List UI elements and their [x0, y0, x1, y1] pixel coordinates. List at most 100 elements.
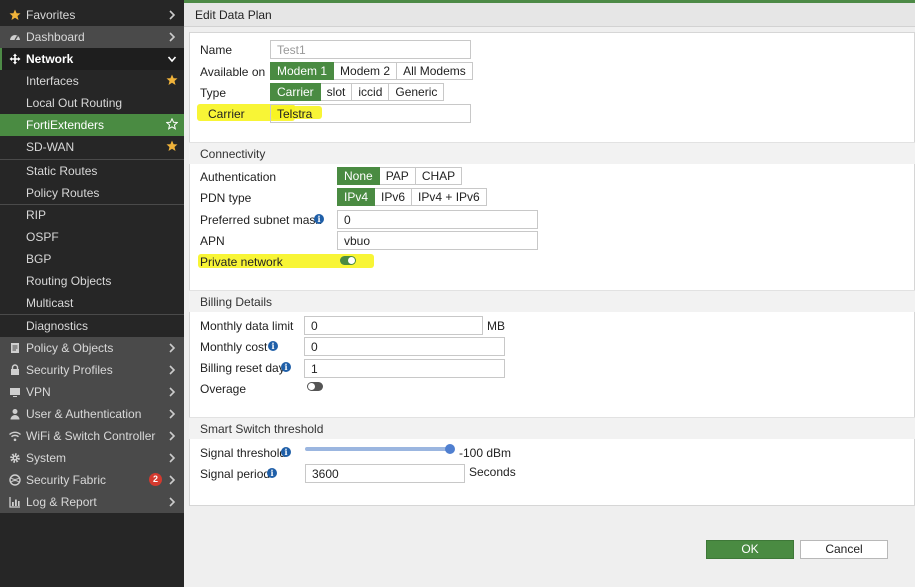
star-icon: [9, 9, 21, 21]
carrier-input[interactable]: Telstra: [270, 104, 471, 123]
signal-period-input[interactable]: 3600: [305, 464, 465, 483]
billing-reset-day-input[interactable]: 1: [304, 359, 505, 378]
name-label: Name: [200, 43, 233, 57]
monthly-data-limit-label: Monthly data limit: [200, 319, 294, 333]
private-network-toggle[interactable]: [340, 256, 356, 265]
sidebar-item-label: FortiExtenders: [26, 118, 105, 132]
lock-icon: [9, 364, 21, 376]
chevron-right-icon: [169, 497, 176, 507]
sidebar-item-diagnostics[interactable]: Diagnostics: [0, 315, 184, 337]
chevron-right-icon: [169, 431, 176, 441]
sidebar-item-label: Interfaces: [26, 74, 79, 88]
apn-input[interactable]: vbuo: [337, 231, 538, 250]
option-iccid[interactable]: iccid: [352, 83, 390, 101]
sidebar-item-policy-objects[interactable]: Policy & Objects: [0, 337, 184, 359]
sidebar-item-security-fabric[interactable]: Security Fabric 2: [0, 469, 184, 491]
sidebar-item-local-out-routing[interactable]: Local Out Routing: [0, 92, 184, 114]
sidebar-item-label: System: [26, 451, 67, 465]
section-title: Billing Details: [200, 295, 273, 309]
info-icon[interactable]: i: [268, 341, 278, 351]
type-selector: Carrier slot iccid Generic: [270, 83, 445, 101]
sidebar-item-bgp[interactable]: BGP: [0, 248, 184, 270]
option-pap[interactable]: PAP: [379, 167, 416, 185]
option-modem-1[interactable]: Modem 1: [270, 62, 335, 80]
option-all-modems[interactable]: All Modems: [397, 62, 473, 80]
info-icon[interactable]: i: [281, 362, 291, 372]
sidebar-item-policy-routes[interactable]: Policy Routes: [0, 182, 184, 204]
option-slot[interactable]: slot: [320, 83, 353, 101]
name-input[interactable]: Test1: [270, 40, 471, 59]
sidebar-item-label: User & Authentication: [26, 407, 142, 421]
chevron-right-icon: [169, 409, 176, 419]
preferred-subnet-mask-label: Preferred subnet mask: [200, 213, 322, 227]
sidebar-item-log-report[interactable]: Log & Report: [0, 491, 184, 513]
sidebar-item-system[interactable]: System: [0, 447, 184, 469]
monthly-cost-input[interactable]: 0: [304, 337, 505, 356]
document-icon: [9, 342, 21, 354]
overage-toggle[interactable]: [307, 382, 323, 391]
sidebar-item-label: VPN: [26, 385, 51, 399]
billing-reset-day-label: Billing reset day: [200, 361, 285, 375]
sidebar-item-label: Favorites: [26, 8, 76, 22]
subnet-mask-input[interactable]: 0: [337, 210, 538, 229]
option-ipv4-ipv6[interactable]: IPv4 + IPv6: [412, 188, 487, 206]
sidebar-item-fortiextenders[interactable]: FortiExtenders: [0, 114, 184, 136]
chevron-right-icon: [169, 343, 176, 353]
option-ipv4[interactable]: IPv4: [337, 188, 376, 206]
section-title: Connectivity: [200, 147, 266, 161]
sidebar-item-interfaces[interactable]: Interfaces: [0, 70, 184, 92]
option-modem-2[interactable]: Modem 2: [334, 62, 398, 80]
star-outline-icon[interactable]: [166, 118, 178, 130]
sidebar-item-network[interactable]: Network: [0, 48, 184, 70]
overage-label: Overage: [200, 382, 247, 396]
slider-thumb[interactable]: [445, 444, 455, 454]
signal-threshold-slider[interactable]: [305, 447, 453, 451]
cancel-button[interactable]: Cancel: [800, 540, 888, 559]
option-generic[interactable]: Generic: [389, 83, 445, 101]
sidebar-item-ospf[interactable]: OSPF: [0, 226, 184, 248]
option-carrier[interactable]: Carrier: [270, 83, 321, 101]
sidebar-item-label: Security Profiles: [26, 363, 113, 377]
sidebar-item-sd-wan[interactable]: SD-WAN: [0, 136, 184, 158]
monitor-icon: [9, 386, 21, 398]
sidebar-item-user-authentication[interactable]: User & Authentication: [0, 403, 184, 425]
connectivity-section-header: Connectivity: [189, 142, 915, 164]
sidebar-item-dashboard[interactable]: Dashboard: [0, 26, 184, 48]
apn-label: APN: [200, 234, 225, 248]
ok-button[interactable]: OK: [706, 540, 794, 559]
authentication-label: Authentication: [200, 170, 277, 184]
chevron-right-icon: [169, 32, 176, 42]
sidebar-item-wifi-switch-controller[interactable]: WiFi & Switch Controller: [0, 425, 184, 447]
sidebar-item-multicast[interactable]: Multicast: [0, 292, 184, 314]
sidebar-item-static-routes[interactable]: Static Routes: [0, 160, 184, 182]
sidebar-item-label: Static Routes: [26, 164, 98, 178]
network-icon: [9, 53, 21, 65]
sidebar-item-rip[interactable]: RIP: [0, 204, 184, 226]
info-icon[interactable]: i: [267, 468, 277, 478]
star-icon[interactable]: [166, 74, 178, 86]
toggle-knob: [308, 383, 315, 390]
sidebar-item-label: Policy & Objects: [26, 341, 114, 355]
option-chap[interactable]: CHAP: [415, 167, 463, 185]
available-on-label: Available on: [200, 65, 266, 79]
unit-label: MB: [487, 319, 505, 333]
sidebar-item-vpn[interactable]: VPN: [0, 381, 184, 403]
signal-threshold-label: Signal threshold: [200, 446, 287, 460]
smart-switch-section-header: Smart Switch threshold: [189, 417, 915, 439]
option-ipv6[interactable]: IPv6: [375, 188, 413, 206]
info-icon[interactable]: i: [314, 214, 324, 224]
sidebar-item-favorites[interactable]: Favorites: [0, 4, 184, 26]
sidebar-item-security-profiles[interactable]: Security Profiles: [0, 359, 184, 381]
monthly-data-limit-input[interactable]: 0: [304, 316, 483, 335]
sidebar: Favorites Dashboard Network Interfaces L…: [0, 0, 184, 587]
sidebar-item-label: Log & Report: [26, 495, 97, 509]
user-icon: [9, 408, 21, 420]
info-icon[interactable]: i: [281, 447, 291, 457]
page-title: Edit Data Plan: [195, 8, 272, 22]
dialog-header: Edit Data Plan: [184, 3, 915, 27]
sidebar-item-label: Local Out Routing: [26, 96, 123, 110]
option-none[interactable]: None: [337, 167, 380, 185]
sidebar-item-routing-objects[interactable]: Routing Objects: [0, 270, 184, 292]
star-icon[interactable]: [166, 140, 178, 152]
signal-period-label: Signal period: [200, 467, 271, 481]
